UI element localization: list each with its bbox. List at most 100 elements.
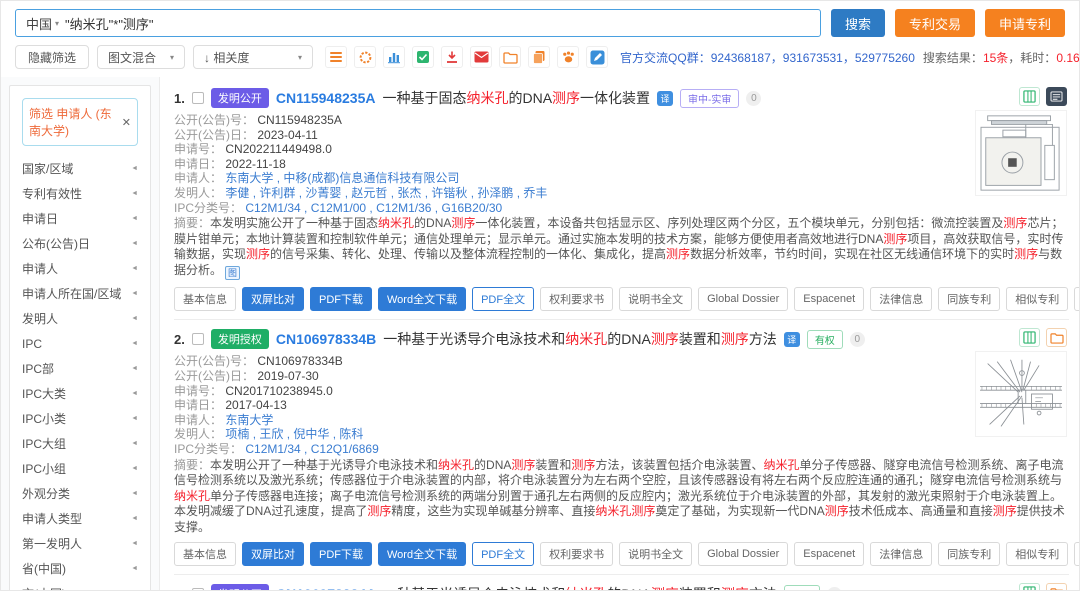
result-action-button[interactable]: 双屏比对 — [242, 542, 304, 566]
search-button[interactable]: 搜索 — [831, 9, 885, 37]
list-view-icon[interactable] — [325, 46, 347, 68]
result-action-button[interactable]: Global Dossier — [698, 287, 788, 311]
apply-patent-button[interactable]: 申请专利 — [985, 9, 1065, 37]
sidebar-filter-item[interactable]: 申请人所在国/区域 ◄ — [20, 281, 140, 306]
hide-filter-button[interactable]: 隐藏筛选 — [15, 45, 89, 69]
table-view-icon[interactable] — [1019, 328, 1040, 347]
result-action-button[interactable]: Word全文下载 — [378, 287, 466, 311]
sidebar-filter-item[interactable]: 省(中国) ◄ — [20, 556, 140, 581]
result-action-button[interactable]: Word全文下载 — [378, 542, 466, 566]
sidebar-filter-item[interactable]: 申请日 ◄ — [20, 206, 140, 231]
sidebar-filter-item[interactable]: IPC大组 ◄ — [20, 431, 140, 456]
sidebar-filter-item[interactable]: IPC小组 ◄ — [20, 456, 140, 481]
result-action-button[interactable]: 相似专利 — [1006, 287, 1068, 311]
copy-icon[interactable] — [528, 46, 550, 68]
chevron-left-icon: ◄ — [131, 240, 138, 247]
result-action-button[interactable]: 法律信息 — [870, 542, 932, 566]
result-action-button[interactable]: PDF全文 — [472, 287, 534, 311]
result-action-button[interactable]: 专利引用 — [1074, 542, 1079, 566]
result-action-button[interactable]: 法律信息 — [870, 287, 932, 311]
chart-icon[interactable] — [383, 46, 405, 68]
sidebar-filter-item[interactable]: 公布(公告)日 ◄ — [20, 231, 140, 256]
gear-icon[interactable] — [354, 46, 376, 68]
sidebar-filter-item[interactable]: IPC小类 ◄ — [20, 406, 140, 431]
sidebar-filter-item[interactable]: 市(中国) ◄ — [20, 581, 140, 590]
result-action-button[interactable]: Espacenet — [794, 542, 864, 566]
result-action-button[interactable]: 基本信息 — [174, 542, 236, 566]
paw-icon[interactable] — [557, 46, 579, 68]
sidebar-filter-item[interactable]: IPC大类 ◄ — [20, 381, 140, 406]
patent-drawing-thumbnail[interactable] — [975, 110, 1067, 196]
sidebar-filter-item-label: IPC大组 — [22, 435, 66, 452]
check-icon[interactable] — [412, 46, 434, 68]
folder-icon[interactable] — [1046, 328, 1067, 347]
patent-title-link[interactable]: 一种基于固态纳米孔的DNA测序一体化装置 — [382, 88, 650, 108]
result-action-button[interactable]: Espacenet — [794, 287, 864, 311]
patent-title-link[interactable]: 一种基于光诱导介电泳技术和纳米孔的DNA测序装置和测序方法 — [383, 329, 777, 349]
sidebar-filter-item[interactable]: IPC ◄ — [20, 331, 140, 356]
sidebar-filter-item[interactable]: IPC部 ◄ — [20, 356, 140, 381]
close-icon[interactable]: ✕ — [122, 116, 131, 129]
result-action-button[interactable]: 说明书全文 — [619, 287, 692, 311]
result-side — [971, 87, 1067, 196]
mail-icon[interactable] — [470, 46, 492, 68]
sidebar-filter-item-label: 发明人 — [22, 310, 58, 327]
applied-filter-chip[interactable]: 筛选 申请人 (东南大学) ✕ — [22, 98, 138, 146]
result-item-1: 1. 发明公开 CN115948235A 一种基于固态纳米孔的DNA测序一体化装… — [174, 79, 1069, 320]
result-action-button[interactable]: Global Dossier — [698, 542, 788, 566]
result-action-button[interactable]: 双屏比对 — [242, 287, 304, 311]
sidebar-filter-item-label: 申请人类型 — [22, 510, 82, 527]
result-index: 1. — [174, 91, 185, 106]
figure-icon[interactable]: 图 — [225, 266, 240, 280]
chevron-left-icon: ◄ — [131, 490, 138, 497]
patent-title-link[interactable]: 一种基于光诱导介电泳技术和纳米孔的DNA测序装置和测序方法 — [383, 584, 777, 590]
detail-view-icon[interactable] — [1046, 87, 1067, 106]
count-badge: 0 — [827, 587, 842, 590]
download-icon[interactable] — [441, 46, 463, 68]
patent-drawing-thumbnail[interactable] — [975, 351, 1067, 437]
patent-number-link[interactable]: CN106978334B — [276, 331, 376, 347]
field-value: CN201710238945.0 — [225, 384, 332, 398]
sidebar-filter-item[interactable]: 申请人 ◄ — [20, 256, 140, 281]
translate-icon[interactable]: 译 — [657, 91, 673, 106]
sidebar-filter-item[interactable]: 国家/区域 ◄ — [20, 156, 140, 181]
search-input[interactable] — [65, 16, 810, 31]
translate-icon[interactable]: 译 — [784, 332, 800, 347]
sidebar-filter-item[interactable]: 第一发明人 ◄ — [20, 531, 140, 556]
result-action-button[interactable]: 相似专利 — [1006, 542, 1068, 566]
result-checkbox[interactable] — [192, 92, 204, 104]
patent-number-link[interactable]: CN106978334A — [276, 586, 376, 590]
result-action-button[interactable]: PDF全文 — [472, 542, 534, 566]
qq-pencil-icon[interactable] — [586, 46, 608, 68]
result-action-button[interactable]: 同族专利 — [938, 287, 1000, 311]
sort-dropdown[interactable]: ↓ 相关度 ▾ — [193, 45, 313, 69]
sidebar-filter-item-label: IPC小组 — [22, 460, 66, 477]
sidebar-filter-item[interactable]: 外观分类 ◄ — [20, 481, 140, 506]
view-mode-dropdown[interactable]: 图文混合 ▾ — [97, 45, 185, 69]
region-selector[interactable]: 中国 ▾ — [26, 14, 59, 33]
chevron-left-icon: ◄ — [131, 440, 138, 447]
field-value: CN115948235A — [257, 113, 342, 127]
sidebar-filter-item[interactable]: 申请人类型 ◄ — [20, 506, 140, 531]
sidebar-filter-item[interactable]: 发明人 ◄ — [20, 306, 140, 331]
result-action-button[interactable]: PDF下载 — [310, 542, 372, 566]
sidebar-filter-item[interactable]: 专利有效性 ◄ — [20, 181, 140, 206]
folder-icon[interactable] — [499, 46, 521, 68]
folder-icon[interactable] — [1046, 583, 1067, 590]
result-checkbox[interactable] — [192, 333, 204, 345]
field-row: 公开(公告)号： CN115948235A — [174, 113, 953, 128]
table-view-icon[interactable] — [1019, 583, 1040, 590]
result-action-button[interactable]: 权利要求书 — [540, 542, 613, 566]
table-view-icon[interactable] — [1019, 87, 1040, 106]
chevron-left-icon: ◄ — [131, 365, 138, 372]
result-checkbox[interactable] — [192, 588, 204, 590]
result-action-button[interactable]: 同族专利 — [938, 542, 1000, 566]
result-action-button[interactable]: 专利引用 — [1074, 287, 1079, 311]
result-action-button[interactable]: 基本信息 — [174, 287, 236, 311]
patent-number-link[interactable]: CN115948235A — [276, 90, 376, 106]
patent-trade-button[interactable]: 专利交易 — [895, 9, 975, 37]
field-row: 发明人： 项楠 , 王欣 , 倪中华 , 陈科 — [174, 427, 953, 442]
result-action-button[interactable]: 权利要求书 — [540, 287, 613, 311]
result-action-button[interactable]: PDF下载 — [310, 287, 372, 311]
result-action-button[interactable]: 说明书全文 — [619, 542, 692, 566]
